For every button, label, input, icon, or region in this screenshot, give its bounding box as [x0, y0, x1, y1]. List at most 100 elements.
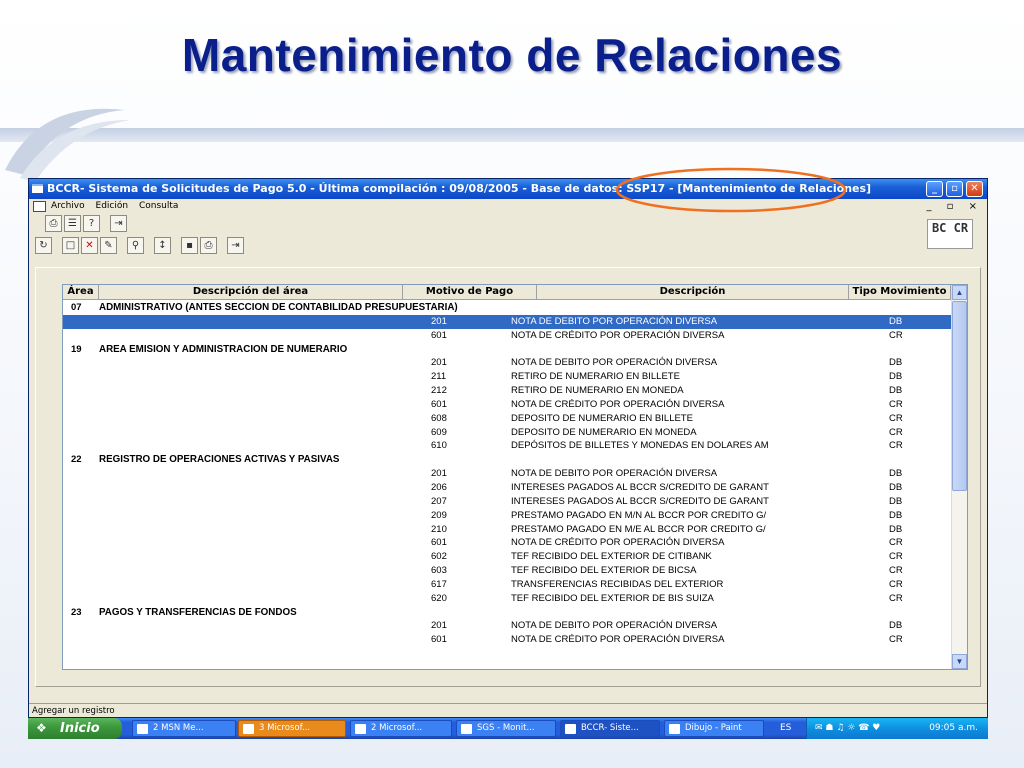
motivo-cell: 209: [431, 509, 447, 521]
help-icon[interactable]: ?: [83, 215, 100, 232]
sort-icon[interactable]: ↕: [154, 237, 171, 254]
exit-icon[interactable]: ⇥: [110, 215, 127, 232]
table-row[interactable]: 206 INTERESES PAGADOS AL BCCR S/CREDITO D…: [63, 481, 951, 495]
language-indicator[interactable]: ES: [780, 718, 791, 739]
table-row[interactable]: 210 PRESTAMO PAGADO EN M/E AL BCCR POR CR…: [63, 523, 951, 537]
table-row[interactable]: 601 NOTA DE CRÉDITO POR OPERACIÓN DIVERSA…: [63, 633, 951, 647]
motivo-cell: 609: [431, 426, 447, 438]
taskbar: ❖ Inicio 2 MSN Me... 3 Microsof... 2 Micro…: [28, 718, 988, 739]
tipo-cell: CR: [889, 426, 903, 438]
motivo-cell: 603: [431, 565, 447, 577]
taskbar-button-label: Dibujo - Paint: [685, 723, 742, 733]
scroll-down-icon[interactable]: ▼: [952, 654, 967, 669]
description-cell: DEPÓSITOS DE BILLETES Y MONEDAS EN DOLAR…: [511, 440, 769, 452]
powerpoint-icon: [355, 724, 366, 734]
table-row[interactable]: 610 DEPÓSITOS DE BILLETES Y MONEDAS EN DO…: [63, 439, 951, 453]
motivo-cell: 201: [431, 315, 447, 327]
menu-archivo[interactable]: Archivo: [51, 201, 85, 211]
exit-form-icon[interactable]: ⇥: [227, 237, 244, 254]
group-row[interactable]: 19 AREA EMISION Y ADMINISTRACION DE NUMER…: [63, 343, 951, 357]
mdi-controls[interactable]: _ ▫ ×: [926, 199, 983, 214]
app-icon: [32, 184, 43, 193]
table-row[interactable]: 201 NOTA DE DEBITO POR OPERACIÓN DIVERSA D…: [63, 467, 951, 481]
description-cell: TEF RECIBIDO DEL EXTERIOR DE CITIBANK: [511, 551, 712, 563]
tipo-cell: DB: [889, 357, 903, 369]
relations-grid: Área Descripción del área Motivo de Pago…: [62, 284, 968, 670]
table-row[interactable]: 601 NOTA DE CRÉDITO POR OPERACIÓN DIVERSA…: [63, 329, 951, 343]
grid-rows: 07 ADMINISTRATIVO (ANTES SECCION DE CONTA…: [63, 301, 951, 647]
table-row[interactable]: 207 INTERESES PAGADOS AL BCCR S/CREDITO D…: [63, 495, 951, 509]
area-code-cell: 07: [71, 302, 82, 313]
slide-title: Mantenimiento de Relaciones: [181, 29, 843, 81]
print-record-icon[interactable]: ⎙: [200, 237, 217, 254]
table-row[interactable]: 601 NOTA DE CRÉDITO POR OPERACIÓN DIVERSA…: [63, 398, 951, 412]
table-row[interactable]: 620 TEF RECIBIDO DEL EXTERIOR DE BIS SUIZ…: [63, 592, 951, 606]
header-area[interactable]: Área: [63, 285, 99, 300]
save-icon[interactable]: ▪: [181, 237, 198, 254]
properties-icon[interactable]: ☰: [64, 215, 81, 232]
taskbar-button-label: 3 Microsof...: [259, 723, 311, 733]
minimize-button[interactable]: _: [926, 181, 943, 197]
table-row[interactable]: 201 NOTA DE DEBITO POR OPERACIÓN DIVERSA D…: [63, 356, 951, 370]
table-row[interactable]: 209 PRESTAMO PAGADO EN M/N AL BCCR POR CR…: [63, 509, 951, 523]
header-area-desc[interactable]: Descripción del área: [99, 285, 403, 300]
group-row[interactable]: 22 REGISTRO DE OPERACIONES ACTIVAS Y PASI…: [63, 453, 951, 467]
tipo-cell: DB: [889, 523, 903, 535]
menu-consulta[interactable]: Consulta: [139, 201, 178, 211]
tipo-cell: CR: [889, 329, 903, 341]
tipo-cell: CR: [889, 440, 903, 452]
tipo-cell: DB: [889, 371, 903, 383]
taskbar-button[interactable]: Dibujo - Paint: [664, 720, 764, 737]
find-icon[interactable]: ⚲: [127, 237, 144, 254]
motivo-cell: 601: [431, 634, 447, 646]
start-button[interactable]: ❖ Inicio: [28, 718, 122, 739]
group-row[interactable]: 07 ADMINISTRATIVO (ANTES SECCION DE CONTA…: [63, 301, 951, 315]
description-cell: RETIRO DE NUMERARIO EN MONEDA: [511, 385, 684, 397]
area-code-cell: 23: [71, 606, 82, 618]
tipo-cell: CR: [889, 398, 903, 410]
table-row[interactable]: 201 NOTA DE DEBITO POR OPERACIÓN DIVERSA D…: [63, 619, 951, 633]
tipo-cell: DB: [889, 385, 903, 397]
header-tipo[interactable]: Tipo Movimiento: [849, 285, 951, 300]
motivo-cell: 601: [431, 398, 447, 410]
form-panel: Área Descripción del área Motivo de Pago…: [35, 267, 981, 687]
status-bar: Agregar un registro: [29, 703, 987, 717]
table-row[interactable]: 601 NOTA DE CRÉDITO POR OPERACIÓN DIVERSA…: [63, 536, 951, 550]
table-row[interactable]: 602 TEF RECIBIDO DEL EXTERIOR DE CITIBANK…: [63, 550, 951, 564]
taskbar-button[interactable]: 2 MSN Me...: [132, 720, 236, 737]
table-row[interactable]: 212 RETIRO DE NUMERARIO EN MONEDA DB: [63, 384, 951, 398]
taskbar-button[interactable]: BCCR- Siste...: [560, 720, 660, 737]
header-descripcion[interactable]: Descripción: [537, 285, 849, 300]
scroll-thumb[interactable]: [952, 301, 967, 491]
maximize-button[interactable]: ▫: [946, 181, 963, 197]
table-row[interactable]: 609 DEPOSITO DE NUMERARIO EN MONEDA CR: [63, 426, 951, 440]
vertical-scrollbar[interactable]: ▲ ▼: [951, 285, 967, 669]
tipo-cell: DB: [889, 315, 903, 327]
taskbar-button[interactable]: SGS - Monit...: [456, 720, 556, 737]
description-cell: INTERESES PAGADOS AL BCCR S/CREDITO DE G…: [511, 481, 769, 493]
refresh-icon[interactable]: ↻: [35, 237, 52, 254]
motivo-cell: 201: [431, 468, 447, 480]
description-cell: TEF RECIBIDO DEL EXTERIOR DE BIS SUIZA: [511, 592, 714, 604]
menu-edicion[interactable]: Edición: [96, 201, 129, 211]
table-row[interactable]: 617 TRANSFERENCIAS RECIBIDAS DEL EXTERIOR…: [63, 578, 951, 592]
scroll-up-icon[interactable]: ▲: [952, 285, 967, 300]
grid-header: Área Descripción del área Motivo de Pago…: [63, 285, 951, 300]
close-button[interactable]: ✕: [966, 181, 983, 197]
table-row[interactable]: 211 RETIRO DE NUMERARIO EN BILLETE DB: [63, 370, 951, 384]
paint-icon: [669, 724, 680, 734]
delete-record-icon[interactable]: ✕: [81, 237, 98, 254]
table-row[interactable]: 201 NOTA DE DEBITO POR OPERACIÓN DIVERSA D…: [63, 314, 951, 329]
motivo-cell: 601: [431, 329, 447, 341]
new-record-icon[interactable]: □: [62, 237, 79, 254]
table-row[interactable]: 608 DEPOSITO DE NUMERARIO EN BILLETE CR: [63, 412, 951, 426]
print-icon[interactable]: ⎙: [45, 215, 62, 232]
edit-record-icon[interactable]: ✎: [100, 237, 117, 254]
tipo-cell: DB: [889, 620, 903, 632]
table-row[interactable]: 603 TEF RECIBIDO DEL EXTERIOR DE BICSA CR: [63, 564, 951, 578]
group-row[interactable]: 23 PAGOS Y TRANSFERENCIAS DE FONDOS: [63, 606, 951, 620]
tray-icons[interactable]: ✉ ☗ ♫ ☼ ☎ ♥: [815, 718, 880, 739]
header-motivo[interactable]: Motivo de Pago: [403, 285, 537, 300]
taskbar-button[interactable]: 2 Microsof...: [350, 720, 452, 737]
taskbar-button[interactable]: 3 Microsof...: [238, 720, 346, 737]
